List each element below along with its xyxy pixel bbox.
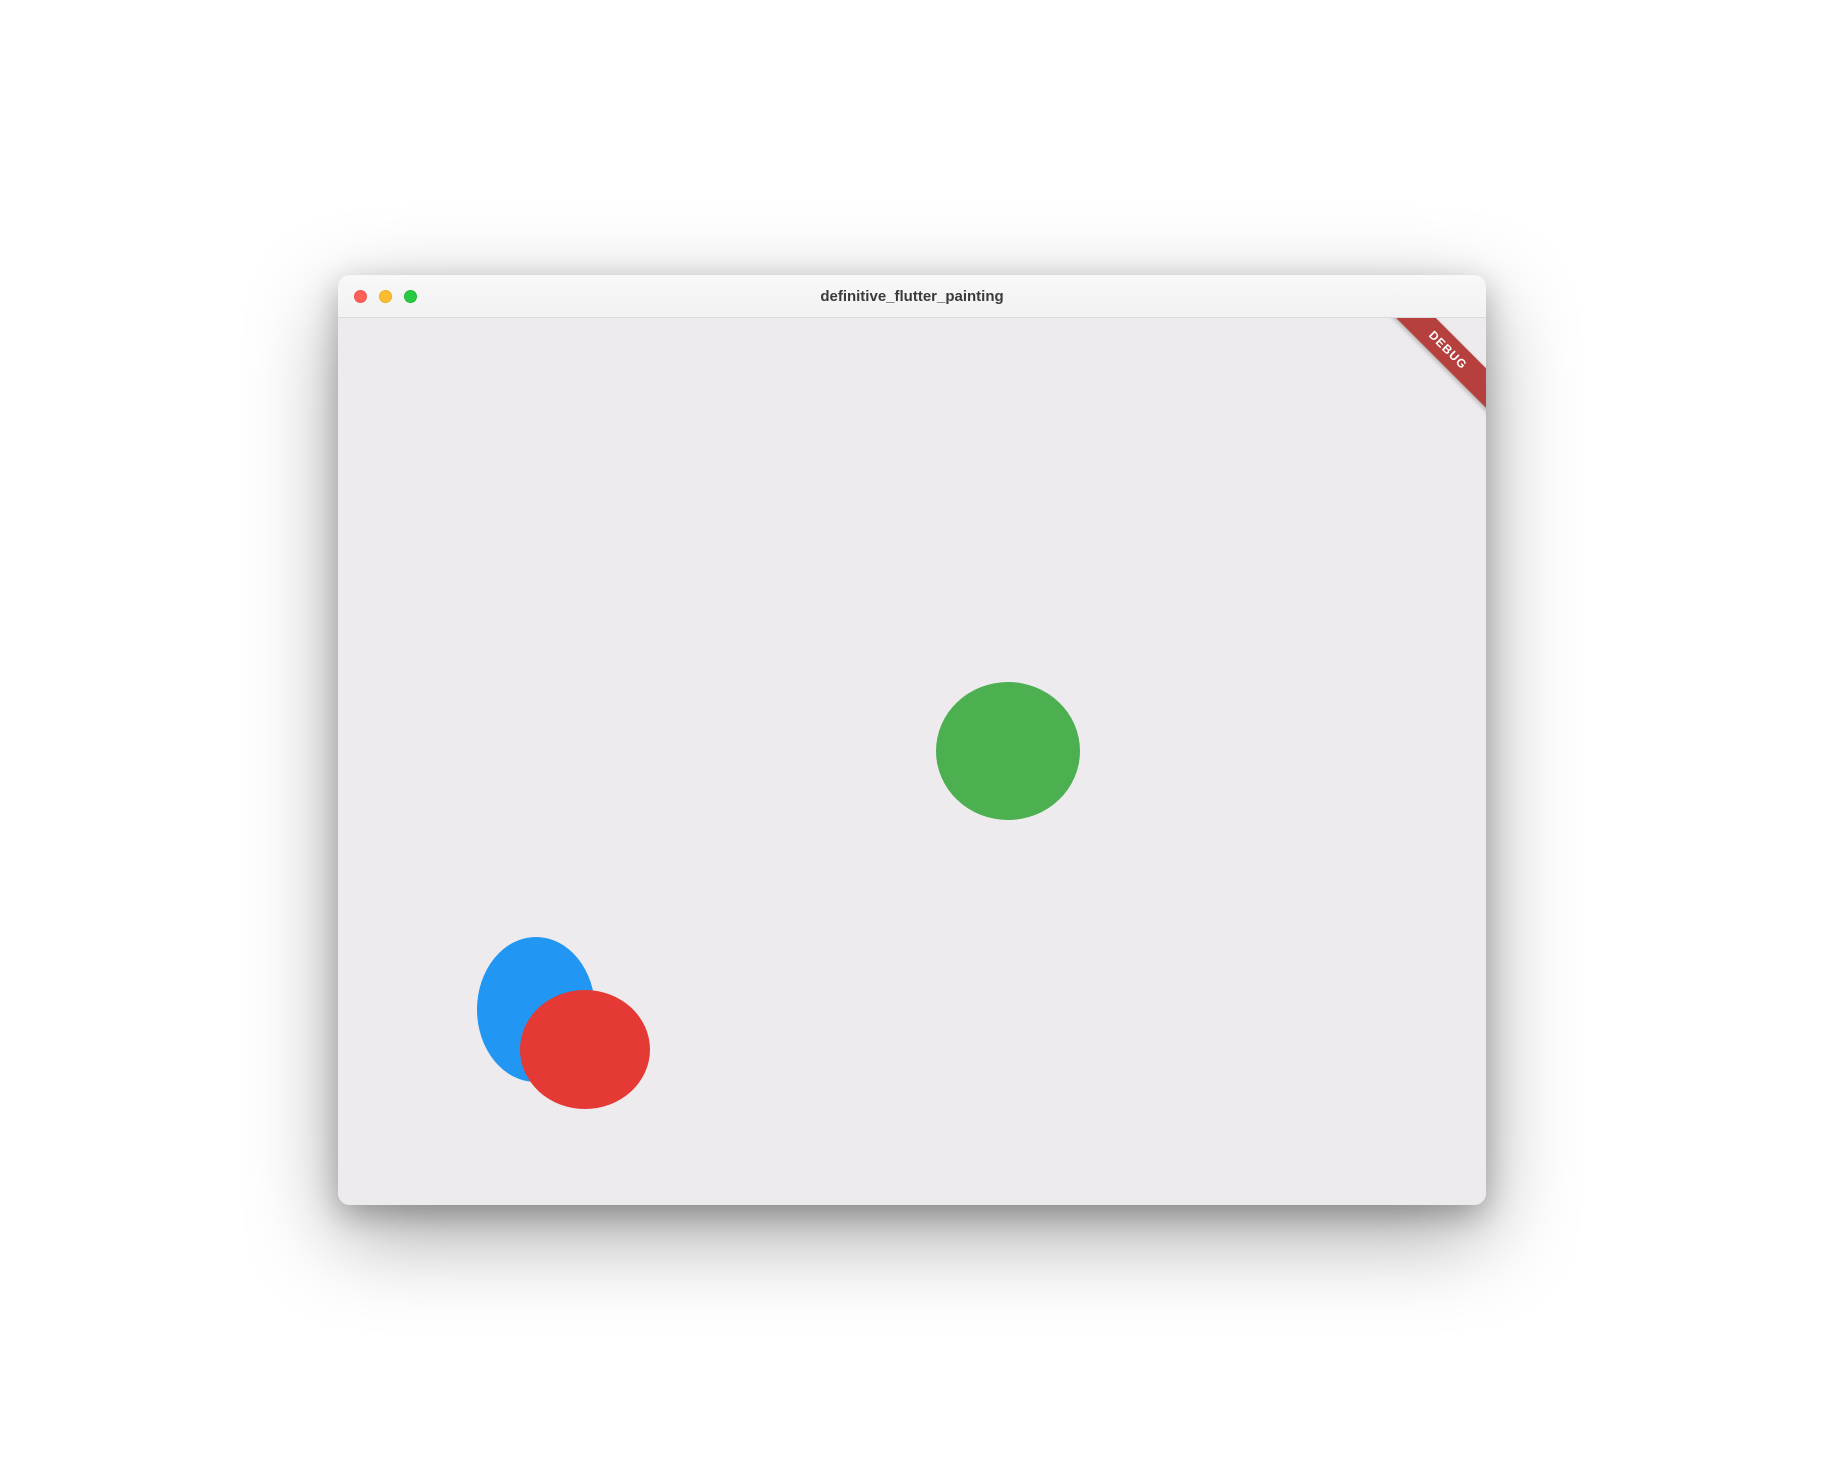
red-oval: [520, 990, 650, 1109]
maximize-button[interactable]: [404, 290, 417, 303]
close-button[interactable]: [354, 290, 367, 303]
window-titlebar[interactable]: definitive_flutter_painting: [338, 275, 1486, 318]
traffic-lights: [338, 290, 417, 303]
window-title: definitive_flutter_painting: [338, 288, 1486, 305]
debug-banner: DEBUG: [1374, 318, 1486, 424]
minimize-button[interactable]: [379, 290, 392, 303]
canvas-area: DEBUG: [338, 318, 1486, 1205]
debug-banner-label: DEBUG: [1426, 328, 1470, 372]
app-window: definitive_flutter_painting DEBUG: [338, 275, 1486, 1205]
green-oval: [936, 682, 1080, 820]
